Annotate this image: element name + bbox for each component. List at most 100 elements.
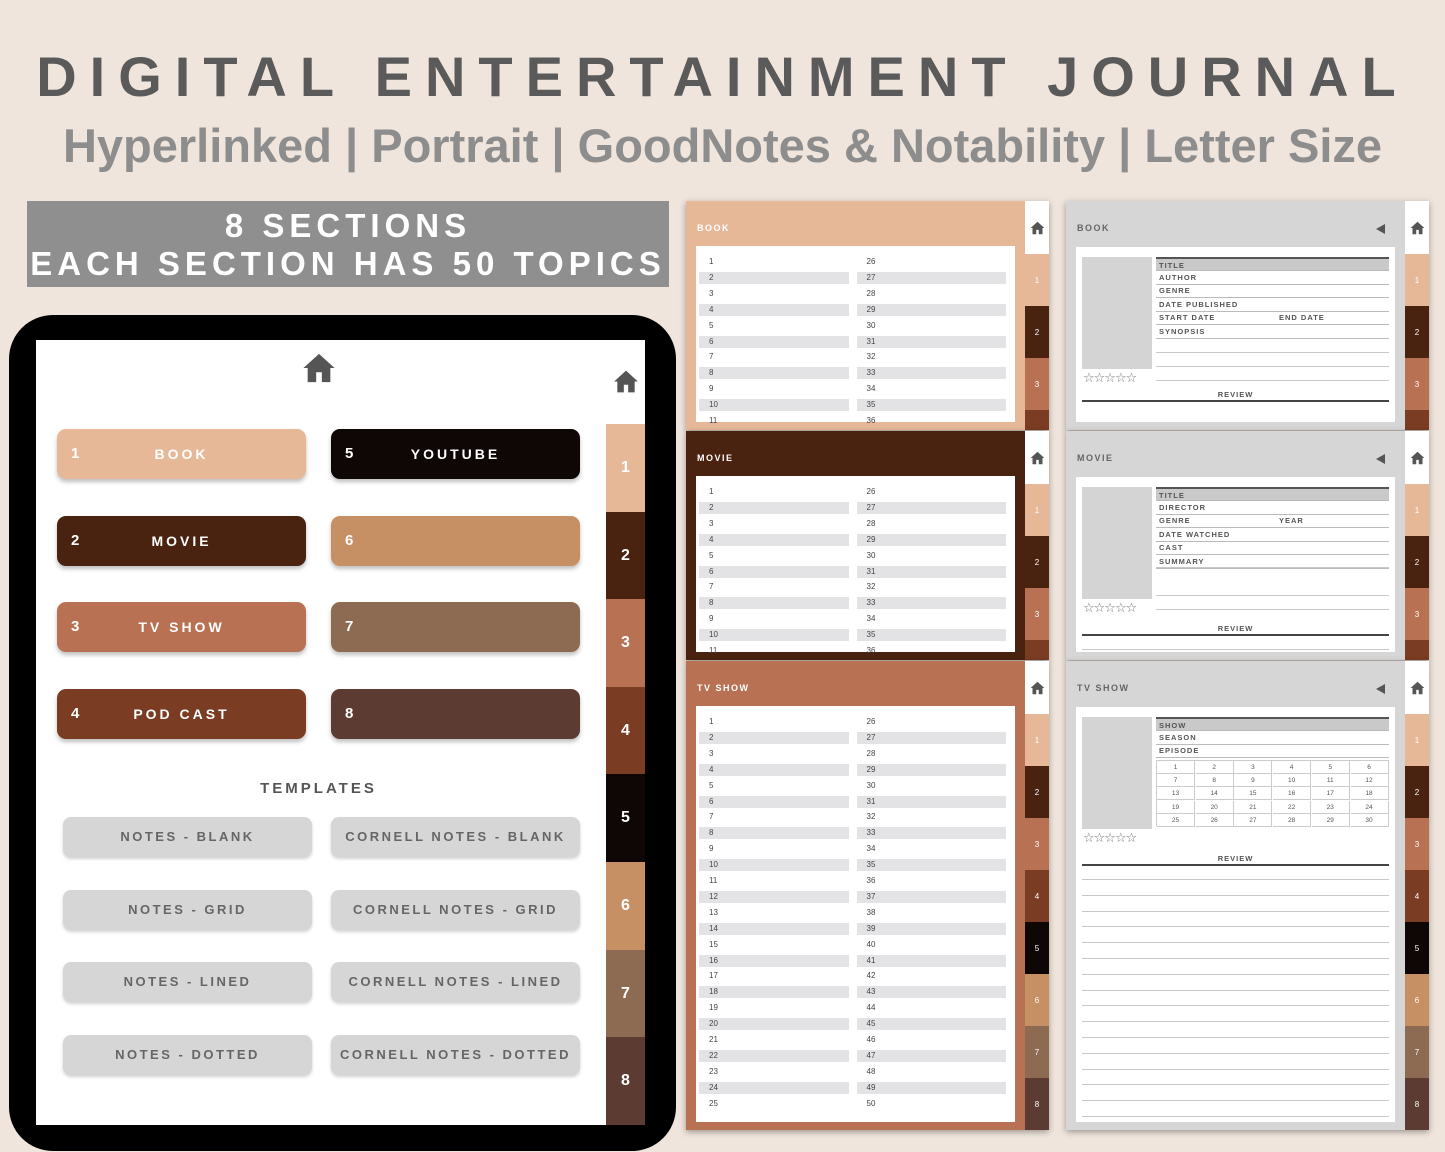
page-side-tab-6[interactable]: 6 bbox=[1405, 974, 1429, 1026]
field-date-published[interactable]: DATE PUBLISHED bbox=[1156, 298, 1389, 312]
topic-row[interactable]: 33 bbox=[856, 367, 1006, 380]
episode-cell[interactable]: 24 bbox=[1350, 800, 1389, 814]
topic-row[interactable]: 43 bbox=[856, 986, 1006, 999]
field-episode[interactable]: EPISODE bbox=[1156, 744, 1389, 759]
episode-cell[interactable]: 17 bbox=[1311, 787, 1350, 801]
page-home-button[interactable] bbox=[1405, 431, 1429, 484]
topic-row[interactable]: 8 bbox=[699, 367, 849, 380]
topic-row[interactable]: 42 bbox=[857, 970, 1007, 982]
topic-row[interactable]: 50 bbox=[857, 1098, 1007, 1110]
page-side-tab-1[interactable]: 1 bbox=[1405, 714, 1429, 766]
page-side-tab-8[interactable]: 8 bbox=[1025, 1078, 1049, 1130]
topic-row[interactable]: 4 bbox=[699, 533, 849, 546]
topic-row[interactable]: 36 bbox=[857, 415, 1007, 427]
topic-row[interactable]: 27 bbox=[856, 501, 1006, 514]
section-button-8[interactable]: 8 bbox=[331, 689, 580, 740]
topic-row[interactable]: 19 bbox=[699, 1002, 849, 1014]
page-home-button[interactable] bbox=[1025, 661, 1049, 714]
side-tab-5[interactable]: 5 bbox=[606, 774, 645, 863]
cover-image-placeholder[interactable] bbox=[1082, 257, 1152, 369]
page-home-button[interactable] bbox=[1025, 201, 1049, 254]
episode-cell[interactable]: 20 bbox=[1195, 800, 1234, 814]
topic-row[interactable]: 26 bbox=[857, 486, 1007, 498]
topic-row[interactable]: 35 bbox=[856, 859, 1006, 872]
episode-cell[interactable]: 19 bbox=[1157, 800, 1195, 814]
template-button[interactable]: CORNELL NOTES - GRID bbox=[331, 889, 580, 930]
topic-row[interactable]: 24 bbox=[699, 1081, 849, 1094]
topic-row[interactable]: 27 bbox=[856, 271, 1006, 284]
topic-row[interactable]: 34 bbox=[857, 613, 1007, 625]
topic-row[interactable]: 32 bbox=[857, 351, 1007, 363]
field-end-date[interactable]: END DATE bbox=[1276, 311, 1389, 325]
page-side-tab-4[interactable]: 4 bbox=[1405, 640, 1429, 660]
field-synopsis[interactable]: SYNOPSIS bbox=[1156, 325, 1389, 339]
back-arrow-icon[interactable] bbox=[1376, 224, 1385, 234]
topic-row[interactable]: 28 bbox=[857, 748, 1007, 760]
home-icon[interactable] bbox=[302, 352, 336, 384]
topic-row[interactable]: 28 bbox=[857, 518, 1007, 530]
episode-cell[interactable]: 26 bbox=[1195, 813, 1234, 827]
topic-row[interactable]: 30 bbox=[857, 320, 1007, 332]
topic-row[interactable]: 6 bbox=[699, 795, 849, 808]
side-tab-3[interactable]: 3 bbox=[606, 599, 645, 688]
section-button-4[interactable]: 4 POD CAST bbox=[57, 689, 306, 740]
topic-row[interactable]: 26 bbox=[857, 256, 1007, 268]
section-button-7[interactable]: 7 bbox=[331, 602, 580, 653]
topic-row[interactable]: 8 bbox=[699, 827, 849, 840]
topic-row[interactable]: 44 bbox=[857, 1002, 1007, 1014]
topic-row[interactable]: 14 bbox=[699, 922, 849, 935]
page-side-tab-4[interactable]: 4 bbox=[1405, 410, 1429, 430]
side-tab-8[interactable]: 8 bbox=[606, 1037, 645, 1126]
episode-cell[interactable]: 9 bbox=[1234, 774, 1273, 788]
topic-row[interactable]: 32 bbox=[857, 811, 1007, 823]
topic-row[interactable]: 6 bbox=[699, 335, 849, 348]
topic-row[interactable]: 45 bbox=[856, 1018, 1006, 1031]
section-button-6[interactable]: 6 bbox=[331, 515, 580, 566]
topic-row[interactable]: 4 bbox=[699, 763, 849, 776]
episode-cell[interactable]: 30 bbox=[1350, 813, 1389, 827]
template-button[interactable]: NOTES - LINED bbox=[63, 962, 312, 1002]
topic-row[interactable]: 4 bbox=[699, 303, 849, 316]
topic-row[interactable]: 10 bbox=[699, 859, 849, 872]
page-side-tab-3[interactable]: 3 bbox=[1405, 588, 1429, 640]
topic-row[interactable]: 3 bbox=[699, 748, 849, 760]
field-season[interactable]: SEASON bbox=[1156, 731, 1389, 745]
episode-cell[interactable]: 7 bbox=[1157, 774, 1195, 788]
topic-row[interactable]: 9 bbox=[699, 613, 849, 625]
topic-row[interactable]: 16 bbox=[699, 954, 849, 967]
field-genre[interactable]: GENRE bbox=[1156, 284, 1389, 299]
topic-row[interactable]: 36 bbox=[857, 875, 1007, 887]
section-button-1[interactable]: 1 BOOK bbox=[57, 429, 306, 479]
episode-cell[interactable]: 5 bbox=[1311, 761, 1350, 774]
topic-row[interactable]: 27 bbox=[856, 731, 1006, 744]
page-side-tab-1[interactable]: 1 bbox=[1025, 714, 1049, 766]
home-icon[interactable] bbox=[1030, 451, 1045, 465]
topic-row[interactable]: 3 bbox=[699, 288, 849, 300]
section-button-5[interactable]: 5 YOUTUBE bbox=[331, 429, 580, 479]
topic-row[interactable]: 5 bbox=[699, 320, 849, 332]
topic-row[interactable]: 33 bbox=[856, 597, 1006, 610]
side-tab-2[interactable]: 2 bbox=[606, 511, 645, 600]
episode-cell[interactable]: 6 bbox=[1350, 761, 1389, 774]
topic-row[interactable]: 7 bbox=[699, 811, 849, 823]
page-side-tab-8[interactable]: 8 bbox=[1405, 1078, 1429, 1130]
page-side-tab-7[interactable]: 7 bbox=[1405, 1026, 1429, 1078]
template-button[interactable]: NOTES - BLANK bbox=[63, 817, 312, 857]
page-side-tab-4[interactable]: 4 bbox=[1025, 640, 1049, 660]
side-tab-6[interactable]: 6 bbox=[606, 862, 645, 950]
topic-row[interactable]: 2 bbox=[699, 731, 849, 744]
home-icon[interactable] bbox=[1410, 681, 1425, 695]
topic-row[interactable]: 9 bbox=[699, 383, 849, 395]
topic-row[interactable]: 31 bbox=[856, 565, 1006, 578]
page-side-tab-4[interactable]: 4 bbox=[1405, 870, 1429, 922]
topic-row[interactable]: 35 bbox=[856, 399, 1006, 412]
topic-row[interactable]: 37 bbox=[856, 890, 1006, 903]
home-icon[interactable] bbox=[1030, 681, 1045, 695]
template-button[interactable]: CORNELL NOTES - BLANK bbox=[331, 817, 580, 857]
field-cast[interactable]: CAST bbox=[1156, 541, 1389, 556]
field-title[interactable]: TITLE bbox=[1156, 487, 1389, 501]
topic-row[interactable]: 2 bbox=[699, 271, 849, 284]
topic-row[interactable]: 35 bbox=[856, 629, 1006, 642]
episode-cell[interactable]: 2 bbox=[1195, 761, 1234, 774]
page-side-tab-2[interactable]: 2 bbox=[1025, 766, 1049, 818]
